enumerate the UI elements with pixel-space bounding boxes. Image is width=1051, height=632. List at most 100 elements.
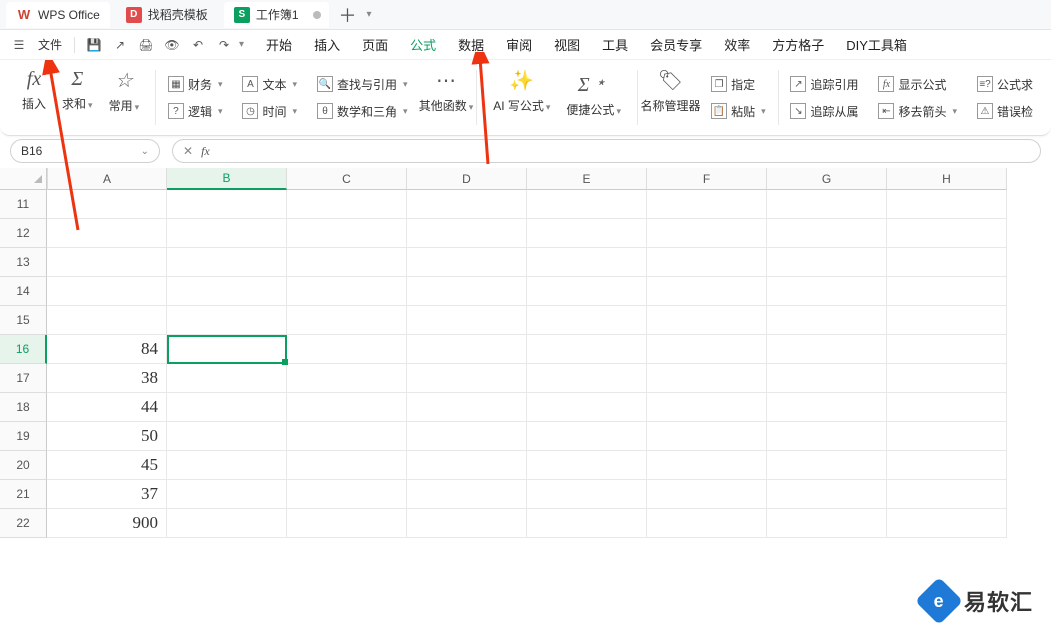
cell[interactable] <box>287 480 407 509</box>
evaluate-formula[interactable]: ≡?公式求 <box>973 74 1037 95</box>
cell[interactable] <box>767 219 887 248</box>
menu-tab-工具[interactable]: 工具 <box>602 30 628 59</box>
cell[interactable] <box>887 248 1007 277</box>
cell[interactable] <box>287 509 407 538</box>
define-name[interactable]: ❐指定 <box>707 74 770 95</box>
cell[interactable] <box>527 335 647 364</box>
cell[interactable] <box>887 277 1007 306</box>
column-header[interactable]: B <box>167 168 287 190</box>
cell[interactable] <box>407 364 527 393</box>
row-header[interactable]: 20 <box>0 451 47 480</box>
cell[interactable] <box>407 306 527 335</box>
cell[interactable] <box>527 393 647 422</box>
cell[interactable] <box>647 219 767 248</box>
cell[interactable] <box>767 393 887 422</box>
cell[interactable] <box>287 306 407 335</box>
cell[interactable] <box>287 393 407 422</box>
cell[interactable] <box>527 219 647 248</box>
cell[interactable] <box>287 219 407 248</box>
tab-template-store[interactable]: D 找稻壳模板 <box>116 2 218 28</box>
tab-wps-office[interactable]: W WPS Office <box>6 2 110 28</box>
cell[interactable] <box>167 364 287 393</box>
menu-tab-方方格子[interactable]: 方方格子 <box>772 30 824 59</box>
cell[interactable] <box>407 451 527 480</box>
cell[interactable] <box>887 364 1007 393</box>
trace-precedents[interactable]: ↗追踪引用 <box>786 74 862 95</box>
cell[interactable] <box>767 422 887 451</box>
cell[interactable] <box>527 364 647 393</box>
cell[interactable] <box>167 190 287 219</box>
cell[interactable] <box>647 480 767 509</box>
cell[interactable] <box>767 364 887 393</box>
cell[interactable] <box>287 364 407 393</box>
row-header[interactable]: 17 <box>0 364 47 393</box>
cell[interactable] <box>887 190 1007 219</box>
cell[interactable] <box>767 480 887 509</box>
cell[interactable] <box>167 480 287 509</box>
menu-tab-开始[interactable]: 开始 <box>266 30 292 59</box>
cell[interactable] <box>647 248 767 277</box>
error-checking[interactable]: ⚠错误检 <box>973 101 1037 122</box>
formula-bar[interactable]: ✕ fx <box>172 139 1041 163</box>
cell[interactable] <box>527 480 647 509</box>
row-header[interactable]: 16 <box>0 335 47 364</box>
cell[interactable] <box>47 277 167 306</box>
new-tab-button[interactable]: ＋ <box>335 2 361 28</box>
cell[interactable] <box>767 190 887 219</box>
cell[interactable] <box>887 480 1007 509</box>
cell[interactable] <box>527 248 647 277</box>
other-functions-button[interactable]: ⋯ 其他函数▾ <box>418 64 475 131</box>
cell[interactable] <box>527 451 647 480</box>
cell[interactable] <box>287 422 407 451</box>
cell[interactable] <box>167 393 287 422</box>
cell[interactable] <box>167 306 287 335</box>
math-functions[interactable]: θ数学和三角▾ <box>313 101 412 122</box>
cell[interactable]: 900 <box>47 509 167 538</box>
cell[interactable] <box>527 509 647 538</box>
cell[interactable] <box>167 422 287 451</box>
cell[interactable] <box>647 306 767 335</box>
lookup-functions[interactable]: 🔍查找与引用▾ <box>313 74 412 95</box>
row-header[interactable]: 15 <box>0 306 47 335</box>
cell[interactable] <box>767 248 887 277</box>
column-header[interactable]: C <box>287 168 407 190</box>
cell[interactable] <box>527 422 647 451</box>
paste-name[interactable]: 📋粘贴▾ <box>707 101 770 122</box>
cell[interactable] <box>287 190 407 219</box>
redo-icon[interactable]: ↷ <box>213 34 235 56</box>
cell[interactable] <box>47 306 167 335</box>
print-icon[interactable]: 🖨 <box>135 34 157 56</box>
row-header[interactable]: 19 <box>0 422 47 451</box>
tab-list-dropdown[interactable]: ▾ <box>367 9 372 20</box>
row-header[interactable]: 18 <box>0 393 47 422</box>
show-formulas[interactable]: fx显示公式 <box>874 74 961 95</box>
cell[interactable]: 45 <box>47 451 167 480</box>
cell[interactable] <box>767 335 887 364</box>
cell[interactable] <box>887 306 1007 335</box>
cell[interactable] <box>167 219 287 248</box>
column-header[interactable]: H <box>887 168 1007 190</box>
cell[interactable] <box>407 509 527 538</box>
cell[interactable] <box>647 393 767 422</box>
cell[interactable] <box>287 277 407 306</box>
name-manager-button[interactable]: 🏷 名称管理器 <box>640 64 701 131</box>
save-icon[interactable]: 💾 <box>83 34 105 56</box>
column-header[interactable]: E <box>527 168 647 190</box>
cell[interactable] <box>887 509 1007 538</box>
common-functions-button[interactable]: ☆ 常用▾ <box>103 64 146 131</box>
cell[interactable] <box>767 509 887 538</box>
cell[interactable] <box>647 451 767 480</box>
menu-tab-插入[interactable]: 插入 <box>314 30 340 59</box>
column-header[interactable]: F <box>647 168 767 190</box>
cell[interactable] <box>527 277 647 306</box>
column-header[interactable]: G <box>767 168 887 190</box>
cell[interactable]: 37 <box>47 480 167 509</box>
cell[interactable] <box>167 509 287 538</box>
fx-icon[interactable]: fx <box>201 144 210 159</box>
remove-arrows[interactable]: ⇤移去箭头▾ <box>874 101 961 122</box>
row-header[interactable]: 13 <box>0 248 47 277</box>
quick-formula-button[interactable]: Σ﹡ 便捷公式▾ <box>560 64 627 131</box>
cell[interactable] <box>767 306 887 335</box>
cell[interactable] <box>767 451 887 480</box>
row-header[interactable]: 14 <box>0 277 47 306</box>
